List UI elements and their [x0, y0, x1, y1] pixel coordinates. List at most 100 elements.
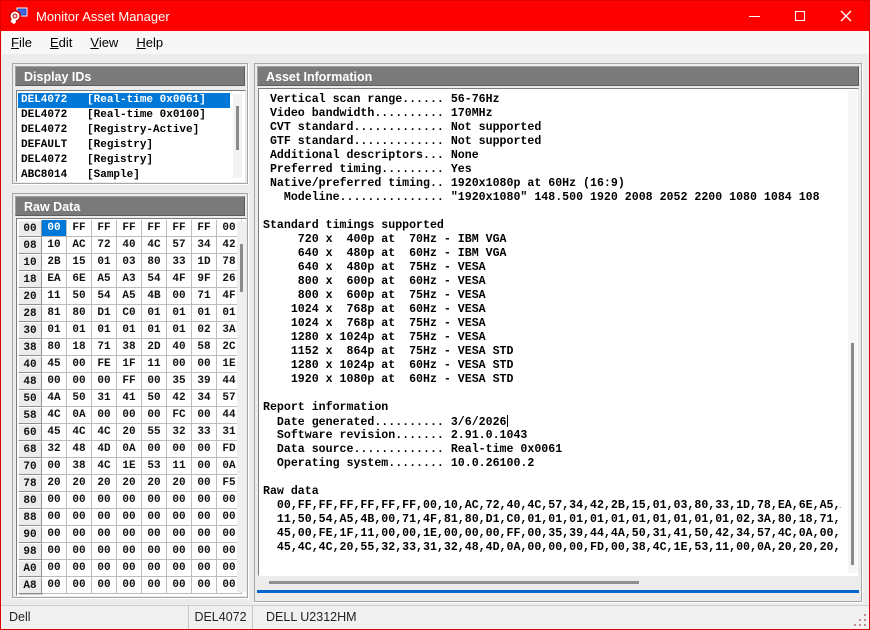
hex-cell[interactable]: 00 — [67, 526, 92, 543]
hex-cell[interactable]: 00 — [192, 543, 217, 560]
display-id-item[interactable]: DEFAULT [Registry] — [18, 138, 230, 153]
hex-cell[interactable]: 11 — [42, 288, 67, 305]
hex-cell[interactable]: 40 — [167, 339, 192, 356]
hex-cell[interactable]: EA — [42, 271, 67, 288]
hex-cell[interactable]: 00 — [142, 373, 167, 390]
hex-cell[interactable]: 80 — [42, 339, 67, 356]
asset-scrollbar-vertical[interactable] — [848, 91, 857, 573]
hex-cell[interactable]: 32 — [167, 424, 192, 441]
offset-cell[interactable]: 80 — [18, 492, 42, 509]
hex-cell[interactable]: FF — [167, 220, 192, 237]
hex-cell[interactable]: 00 — [67, 509, 92, 526]
hex-cell[interactable]: 00 — [142, 543, 167, 560]
offset-cell[interactable]: 40 — [18, 356, 42, 373]
hex-cell[interactable]: 4B — [142, 288, 167, 305]
menu-file[interactable]: File — [2, 33, 41, 52]
hex-cell[interactable]: 9F — [192, 271, 217, 288]
hex-cell[interactable]: 39 — [192, 373, 217, 390]
hex-cell[interactable]: 00 — [42, 220, 67, 237]
hex-cell[interactable]: 00 — [192, 441, 217, 458]
hex-cell[interactable]: 00 — [92, 373, 117, 390]
offset-cell[interactable]: 20 — [18, 288, 42, 305]
asset-text[interactable]: Vertical scan range...... 56-76Hz Video … — [263, 93, 841, 555]
hex-cell[interactable]: 00 — [117, 492, 142, 509]
resize-grip-icon[interactable] — [853, 613, 866, 626]
scrollbar-thumb[interactable] — [851, 343, 854, 565]
hex-cell[interactable]: 00 — [142, 441, 167, 458]
hex-cell[interactable]: 00 — [167, 577, 192, 594]
offset-cell[interactable]: 88 — [18, 509, 42, 526]
hex-cell[interactable]: 54 — [92, 288, 117, 305]
hex-cell[interactable]: 18 — [67, 339, 92, 356]
scrollbar-thumb[interactable] — [240, 244, 243, 292]
hex-cell[interactable]: 00 — [92, 577, 117, 594]
hex-cell[interactable]: FF — [117, 373, 142, 390]
hex-cell[interactable]: FF — [67, 220, 92, 237]
hex-cell[interactable]: 00 — [142, 577, 167, 594]
hex-cell[interactable]: 50 — [142, 390, 167, 407]
hex-cell[interactable]: 38 — [67, 458, 92, 475]
hex-cell[interactable]: A5 — [92, 271, 117, 288]
hex-cell[interactable]: 00 — [67, 560, 92, 577]
hex-cell[interactable]: 20 — [117, 475, 142, 492]
offset-cell[interactable]: A0 — [18, 560, 42, 577]
hex-cell[interactable]: 4C — [92, 424, 117, 441]
hex-cell[interactable]: 00 — [42, 509, 67, 526]
hex-cell[interactable]: 01 — [142, 305, 167, 322]
hex-cell[interactable]: 00 — [42, 560, 67, 577]
offset-cell[interactable]: 28 — [18, 305, 42, 322]
hex-cell[interactable]: 20 — [142, 475, 167, 492]
hex-cell[interactable]: 38 — [117, 339, 142, 356]
hex-cell[interactable]: 00 — [192, 475, 217, 492]
hex-cell[interactable]: 4D — [92, 441, 117, 458]
hex-cell[interactable]: 00 — [192, 560, 217, 577]
hex-cell[interactable]: 31 — [92, 390, 117, 407]
hex-cell[interactable]: 00 — [92, 509, 117, 526]
hex-cell[interactable]: 00 — [92, 543, 117, 560]
hex-cell[interactable]: 4C — [42, 407, 67, 424]
hex-cell[interactable]: 20 — [67, 475, 92, 492]
hex-cell[interactable]: 4C — [67, 424, 92, 441]
hex-cell[interactable]: 20 — [167, 475, 192, 492]
hex-cell[interactable]: FF — [192, 220, 217, 237]
hex-cell[interactable]: 45 — [42, 356, 67, 373]
hex-cell[interactable]: 54 — [142, 271, 167, 288]
hex-cell[interactable]: 15 — [67, 254, 92, 271]
hex-cell[interactable]: 00 — [192, 492, 217, 509]
asset-scrollbar-horizontal[interactable] — [258, 577, 858, 589]
hex-cell[interactable]: 34 — [192, 390, 217, 407]
hex-cell[interactable]: 00 — [142, 560, 167, 577]
hex-cell[interactable]: 01 — [192, 305, 217, 322]
hex-cell[interactable]: 20 — [117, 424, 142, 441]
hex-cell[interactable]: 00 — [42, 458, 67, 475]
close-button[interactable] — [823, 1, 869, 31]
hex-cell[interactable]: 00 — [167, 356, 192, 373]
hex-cell[interactable]: 20 — [42, 475, 67, 492]
hex-cell[interactable]: 72 — [92, 237, 117, 254]
hex-cell[interactable]: 0A — [117, 441, 142, 458]
offset-cell[interactable]: 98 — [18, 543, 42, 560]
hex-cell[interactable]: 00 — [67, 577, 92, 594]
hex-cell[interactable]: FE — [92, 356, 117, 373]
hex-cell[interactable]: 00 — [167, 543, 192, 560]
offset-cell[interactable]: A8 — [18, 577, 42, 594]
hex-cell[interactable]: 81 — [42, 305, 67, 322]
hex-cell[interactable]: 11 — [142, 356, 167, 373]
hex-cell[interactable]: 00 — [142, 407, 167, 424]
hex-cell[interactable]: 00 — [192, 509, 217, 526]
hex-cell[interactable]: 01 — [167, 305, 192, 322]
hex-cell[interactable]: 4A — [42, 390, 67, 407]
hex-cell[interactable]: 20 — [92, 475, 117, 492]
hex-cell[interactable]: 10 — [42, 237, 67, 254]
hex-cell[interactable]: 00 — [42, 373, 67, 390]
hex-cell[interactable]: FF — [92, 220, 117, 237]
hex-cell[interactable]: 58 — [192, 339, 217, 356]
offset-cell[interactable]: 60 — [18, 424, 42, 441]
menu-help[interactable]: Help — [127, 33, 172, 52]
offset-cell[interactable]: 70 — [18, 458, 42, 475]
display-id-item[interactable]: DEL4072 [Real-time 0x0100] — [18, 108, 230, 123]
menu-view[interactable]: View — [81, 33, 127, 52]
hex-cell[interactable]: 00 — [167, 288, 192, 305]
offset-cell[interactable]: 68 — [18, 441, 42, 458]
hex-cell[interactable]: 1F — [117, 356, 142, 373]
